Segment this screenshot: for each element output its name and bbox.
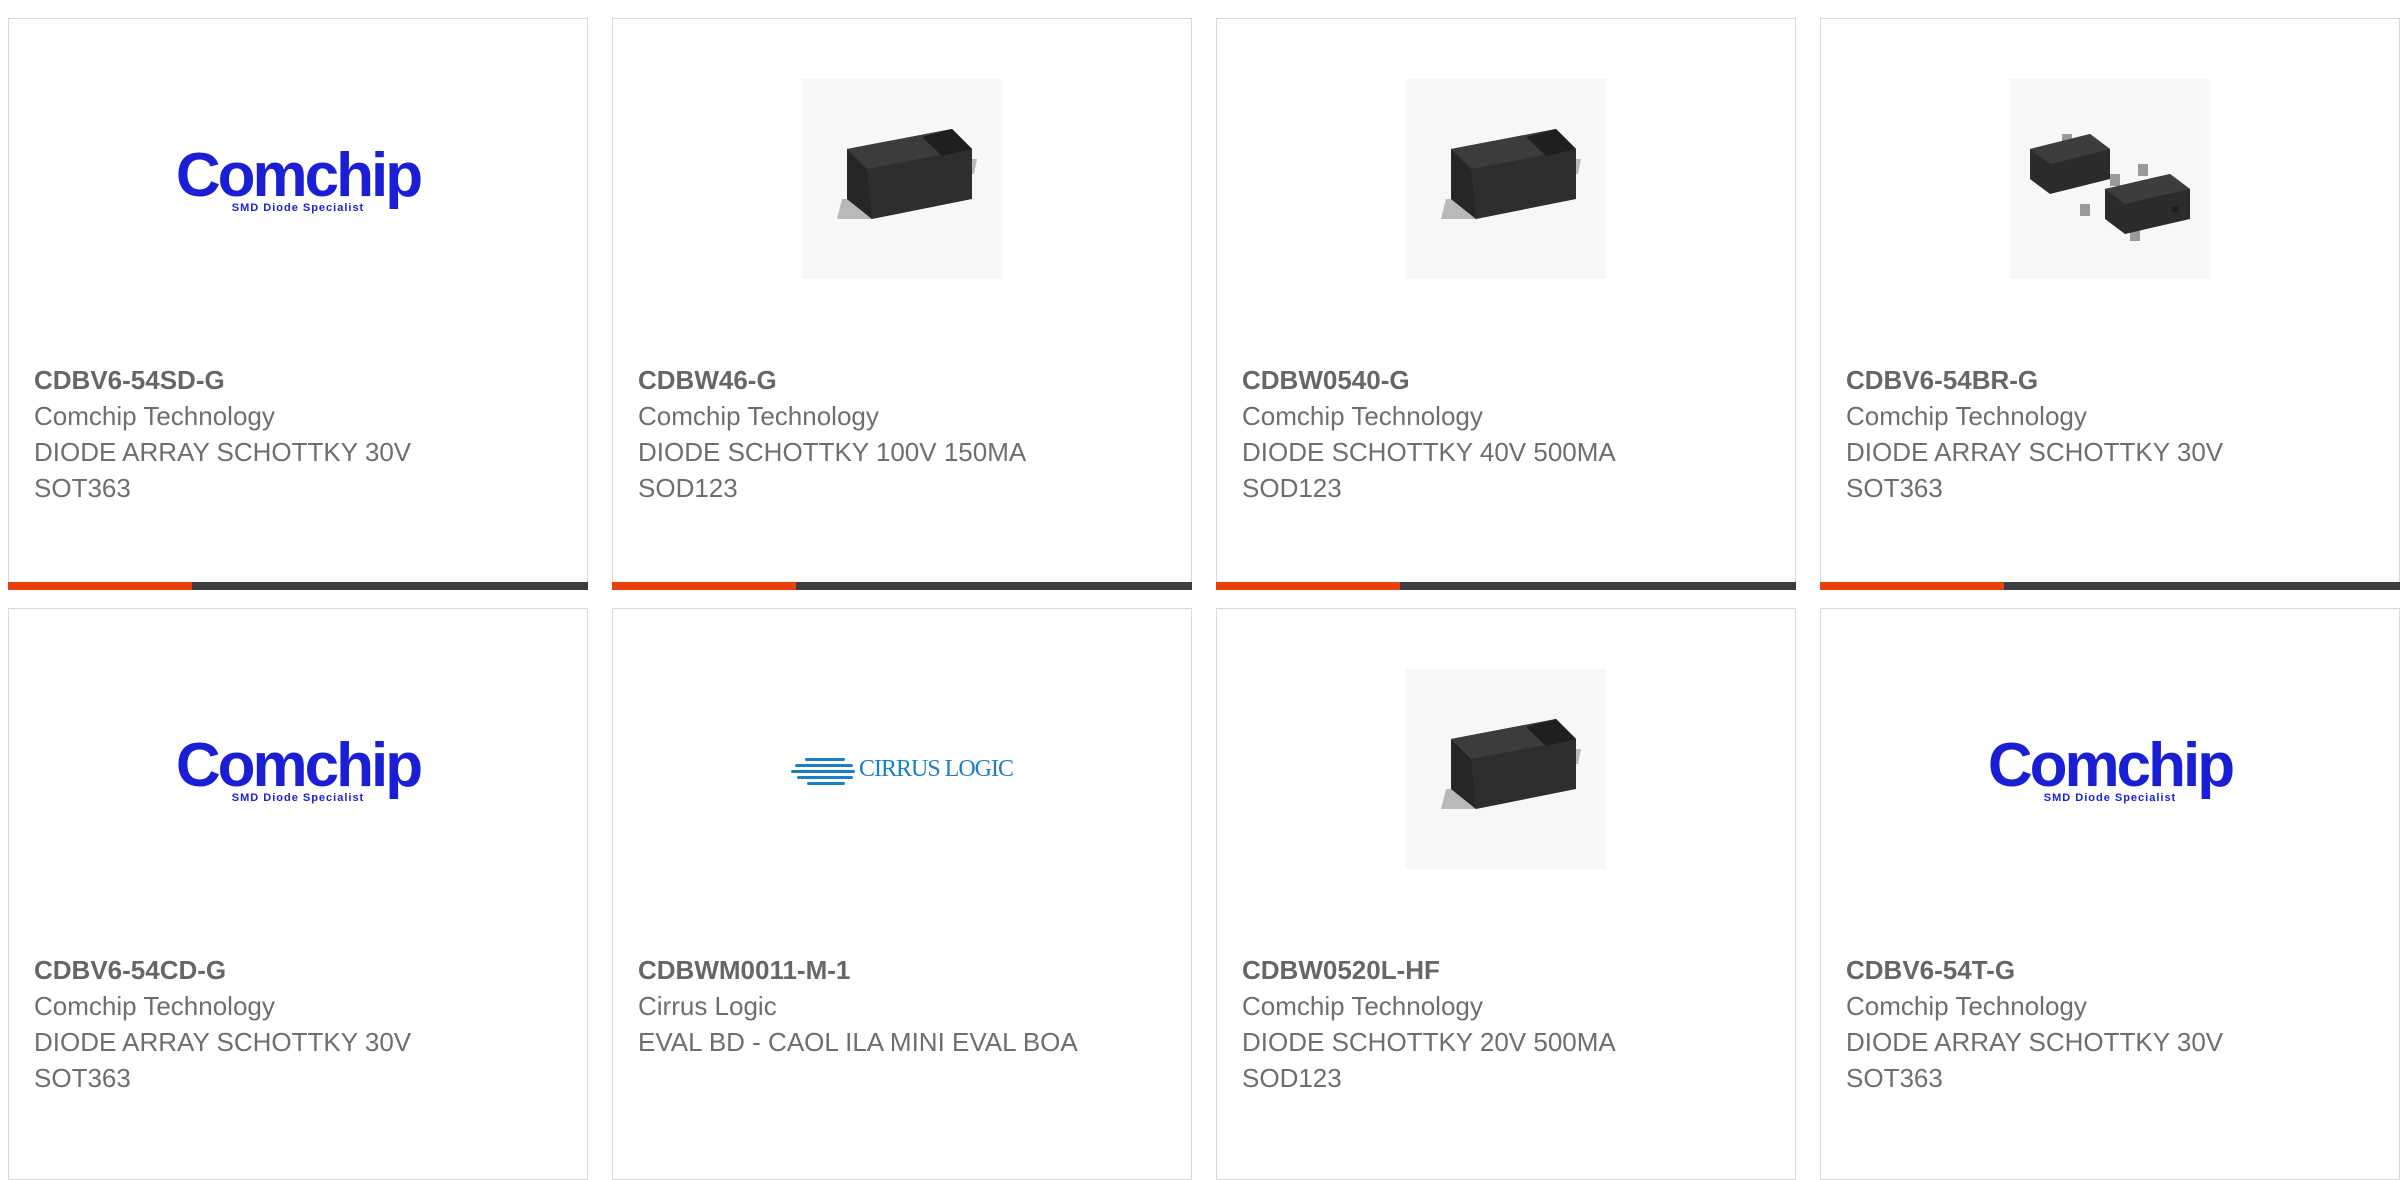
part-number[interactable]: CDBV6-54SD-G bbox=[34, 362, 562, 398]
product-card[interactable]: Comchip SMD Diode Specialist CDBV6-54T-G… bbox=[1820, 608, 2400, 1180]
product-card[interactable]: CDBW0520L-HF Comchip Technology DIODE SC… bbox=[1216, 608, 1796, 1180]
product-image[interactable]: Comchip SMD Diode Specialist bbox=[1821, 669, 2399, 869]
card-accent-bar bbox=[1820, 582, 2400, 590]
manufacturer: Comchip Technology bbox=[1242, 401, 1483, 431]
sod123-package-image bbox=[802, 79, 1002, 279]
part-number[interactable]: CDBW0520L-HF bbox=[1242, 952, 1770, 988]
part-number[interactable]: CDBV6-54CD-G bbox=[34, 952, 562, 988]
sod123-package-image bbox=[1406, 79, 1606, 279]
cirrus-logic-logo: CIRRUS LOGIC bbox=[790, 752, 1014, 786]
manufacturer: Comchip Technology bbox=[34, 991, 275, 1021]
description: DIODE SCHOTTKY 40V 500MA SOD123 bbox=[1242, 437, 1615, 503]
description: DIODE ARRAY SCHOTTKY 30V SOT363 bbox=[1846, 1027, 2224, 1093]
comchip-logo: Comchip SMD Diode Specialist bbox=[1987, 730, 2235, 804]
product-image[interactable]: Comchip SMD Diode Specialist bbox=[9, 669, 587, 869]
product-image[interactable] bbox=[1821, 79, 2399, 279]
product-image[interactable] bbox=[1217, 79, 1795, 279]
product-card[interactable]: Comchip SMD Diode Specialist CDBV6-54SD-… bbox=[8, 18, 588, 590]
card-accent-bar bbox=[1216, 582, 1796, 590]
card-accent-bar bbox=[8, 582, 588, 590]
comchip-logo: Comchip SMD Diode Specialist bbox=[175, 730, 423, 804]
part-number[interactable]: CDBW46-G bbox=[638, 362, 1166, 398]
description: DIODE ARRAY SCHOTTKY 30V SOT363 bbox=[1846, 437, 2224, 503]
product-card[interactable]: CDBV6-54BR-G Comchip Technology DIODE AR… bbox=[1820, 18, 2400, 590]
part-number[interactable]: CDBWM0011-M-1 bbox=[638, 952, 1166, 988]
sot-package-image bbox=[2010, 79, 2210, 279]
product-image[interactable]: CIRRUS LOGIC bbox=[613, 669, 1191, 869]
description: DIODE ARRAY SCHOTTKY 30V SOT363 bbox=[34, 437, 412, 503]
description: EVAL BD - CAOL ILA MINI EVAL BOA bbox=[638, 1027, 1078, 1057]
manufacturer: Cirrus Logic bbox=[638, 991, 777, 1021]
product-card[interactable]: Comchip SMD Diode Specialist CDBV6-54CD-… bbox=[8, 608, 588, 1180]
description: DIODE SCHOTTKY 20V 500MA SOD123 bbox=[1242, 1027, 1615, 1093]
cirrus-swoosh-icon bbox=[790, 752, 855, 786]
part-number[interactable]: CDBV6-54BR-G bbox=[1846, 362, 2374, 398]
manufacturer: Comchip Technology bbox=[1846, 401, 2087, 431]
comchip-logo: Comchip SMD Diode Specialist bbox=[175, 140, 423, 214]
part-number[interactable]: CDBV6-54T-G bbox=[1846, 952, 2374, 988]
manufacturer: Comchip Technology bbox=[1242, 991, 1483, 1021]
manufacturer: Comchip Technology bbox=[638, 401, 879, 431]
product-card[interactable]: CDBW46-G Comchip Technology DIODE SCHOTT… bbox=[612, 18, 1192, 590]
product-image[interactable] bbox=[1217, 669, 1795, 869]
description: DIODE ARRAY SCHOTTKY 30V SOT363 bbox=[34, 1027, 412, 1093]
sod123-package-image bbox=[1406, 669, 1606, 869]
product-image[interactable]: Comchip SMD Diode Specialist bbox=[9, 79, 587, 279]
manufacturer: Comchip Technology bbox=[34, 401, 275, 431]
manufacturer: Comchip Technology bbox=[1846, 991, 2087, 1021]
product-card[interactable]: CIRRUS LOGIC CDBWM0011-M-1 Cirrus Logic … bbox=[612, 608, 1192, 1180]
card-accent-bar bbox=[612, 582, 1192, 590]
product-grid: Comchip SMD Diode Specialist CDBV6-54SD-… bbox=[8, 18, 2400, 1180]
product-image[interactable] bbox=[613, 79, 1191, 279]
part-number[interactable]: CDBW0540-G bbox=[1242, 362, 1770, 398]
product-card[interactable]: CDBW0540-G Comchip Technology DIODE SCHO… bbox=[1216, 18, 1796, 590]
description: DIODE SCHOTTKY 100V 150MA SOD123 bbox=[638, 437, 1025, 503]
